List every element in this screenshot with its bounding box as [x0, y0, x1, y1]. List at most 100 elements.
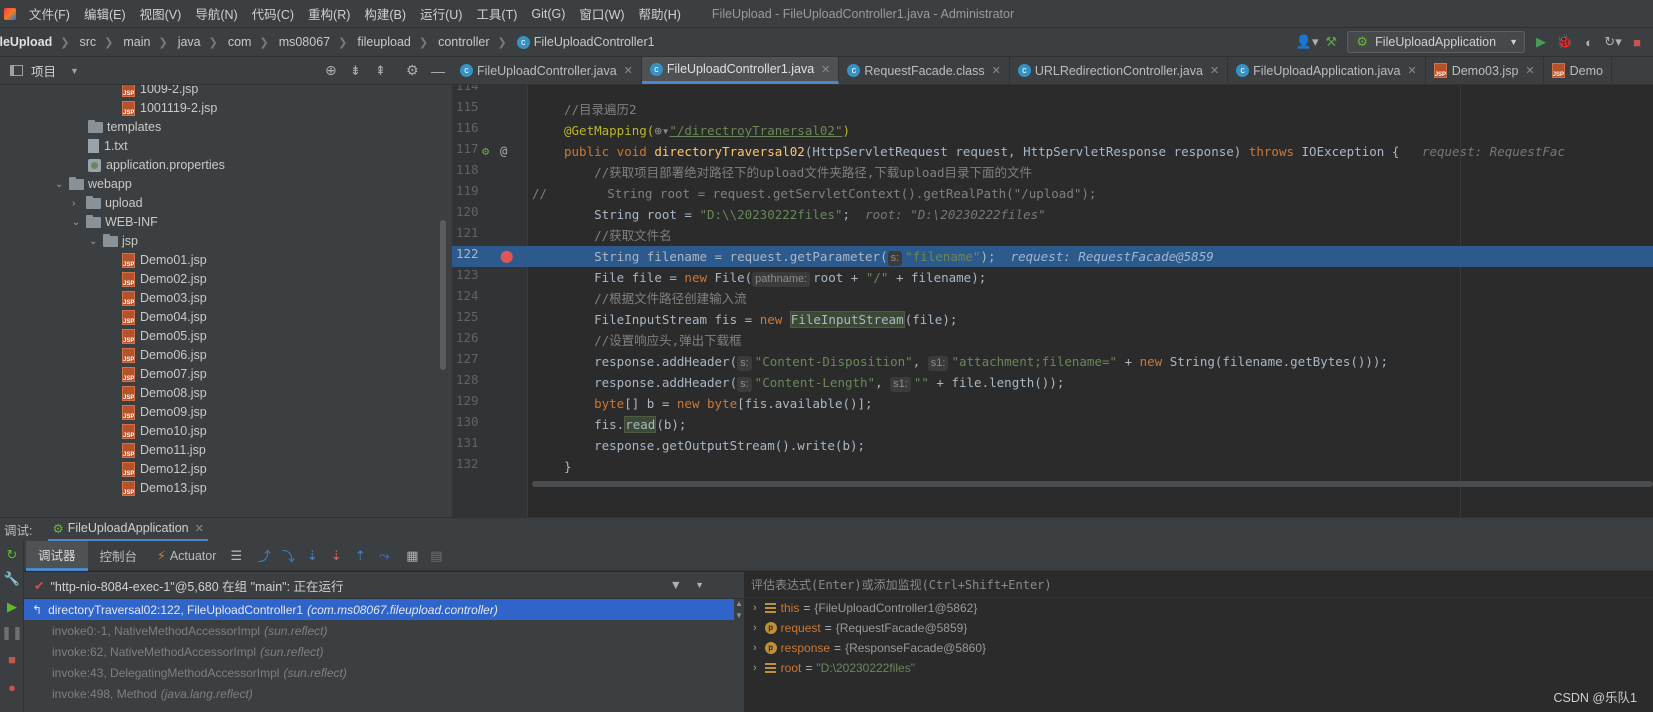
tab-fileuploadcontroller[interactable]: c FileUploadController.java ✕ — [452, 57, 642, 84]
tab-console[interactable]: 控制台 — [88, 546, 150, 565]
variable-row[interactable]: › this = {FileUploadController1@5862} — [745, 598, 1653, 618]
chevron-right-icon[interactable]: › — [753, 602, 757, 614]
globe-icon[interactable]: ⊕▾ — [654, 123, 669, 138]
view-breakpoints-icon[interactable]: ● — [4, 679, 20, 695]
step-out-icon[interactable]: ⇡ — [352, 548, 368, 564]
tree-item-jsp-file[interactable]: JSP Demo04.jsp — [122, 307, 207, 327]
menu-view[interactable]: 视图(V) — [133, 4, 189, 23]
variable-row[interactable]: › p response = {ResponseFacade@5860} — [745, 638, 1653, 658]
tab-demo03-jsp[interactable]: JSP Demo03.jsp ✕ — [1426, 57, 1544, 84]
menu-file[interactable]: 文件(F) — [22, 4, 77, 23]
profiler-icon[interactable]: ↻▾ — [1604, 34, 1621, 50]
close-icon[interactable]: ✕ — [1407, 64, 1416, 77]
evaluate-expression-icon[interactable]: ▦ — [404, 548, 420, 564]
close-icon[interactable]: ✕ — [1210, 64, 1219, 77]
breadcrumb-src[interactable]: src — [73, 35, 96, 49]
breakpoint-icon[interactable]: ⬤ — [500, 249, 513, 263]
minimize-icon[interactable]: — — [431, 63, 445, 79]
tab-demo[interactable]: JSP Demo — [1544, 57, 1612, 84]
stack-frame[interactable]: invoke:498, Method (java.lang.reflect) — [24, 683, 744, 704]
menu-help[interactable]: 帮助(H) — [632, 4, 688, 23]
stack-frame[interactable]: invoke0:-1, NativeMethodAccessorImpl (sun… — [24, 620, 744, 641]
close-icon[interactable]: ✕ — [1525, 64, 1534, 77]
close-icon[interactable]: ✕ — [195, 522, 204, 535]
breadcrumb-java[interactable]: java — [172, 35, 201, 49]
tree-item-jsp-file[interactable]: JSP Demo11.jsp — [122, 440, 206, 460]
menu-navigate[interactable]: 导航(N) — [188, 4, 244, 23]
chevron-down-icon[interactable]: ⌄ — [72, 217, 86, 228]
tab-actuator[interactable]: ⚡ Actuator — [149, 548, 224, 564]
project-panel-title[interactable]: 项目 — [31, 61, 56, 80]
tree-item-jsp-file[interactable]: JSP Demo03.jsp — [122, 288, 207, 308]
tree-item-jsp-file[interactable]: JSP Demo07.jsp — [122, 364, 207, 384]
tree-item-folder[interactable]: templates — [88, 117, 161, 137]
evaluate-expression-input[interactable]: 评估表达式(Enter)或添加监视(Ctrl+Shift+Enter) — [745, 572, 1653, 598]
stack-frame[interactable]: ↰ directoryTraversal02:122, FileUploadCon… — [24, 599, 744, 620]
debug-session-tab[interactable]: ⚙ FileUploadApplication ✕ — [48, 518, 208, 542]
tree-item-folder[interactable]: ⌄ webapp — [55, 174, 132, 194]
coverage-icon[interactable]: ◐ — [1581, 34, 1597, 50]
tree-item-folder[interactable]: › upload — [72, 193, 143, 213]
chevron-down-icon[interactable]: ▼ — [70, 66, 79, 76]
step-over-icon[interactable]: ⤵ — [280, 548, 296, 564]
debug-icon[interactable]: 🐞 — [1557, 34, 1573, 50]
resume-icon[interactable]: ▶ — [4, 599, 20, 615]
run-to-cursor-icon[interactable]: ⤳ — [376, 548, 392, 564]
variable-row[interactable]: › root = "D:\20230222files" — [745, 658, 1653, 678]
step-into-icon[interactable]: ⇣ — [304, 548, 320, 564]
tree-item-jsp-file[interactable]: JSP Demo09.jsp — [122, 402, 207, 422]
tab-debugger[interactable]: 调试器 — [26, 540, 88, 571]
breadcrumb-main[interactable]: main — [117, 35, 150, 49]
horizontal-scrollbar[interactable] — [532, 481, 1653, 487]
code-string[interactable]: "/directroyTranersal02" — [669, 123, 842, 138]
gear-icon[interactable]: ⚙ — [406, 62, 419, 79]
menu-run[interactable]: 运行(U) — [413, 4, 469, 23]
chevron-right-icon[interactable]: › — [753, 622, 757, 634]
tree-item-folder[interactable]: ⌄ WEB-INF — [72, 212, 158, 232]
chevron-right-icon[interactable]: › — [72, 198, 86, 209]
tree-item-jsp-file[interactable]: JSP Demo02.jsp — [122, 269, 207, 289]
breadcrumb-controller[interactable]: controller — [432, 35, 489, 49]
breadcrumb-ms08067[interactable]: ms08067 — [273, 35, 330, 49]
chevron-right-icon[interactable]: › — [753, 662, 757, 674]
thread-selector[interactable]: ✔ "http-nio-8084-exec-1"@5,680 在组 "main"… — [24, 572, 744, 599]
menu-edit[interactable]: 编辑(E) — [77, 4, 133, 23]
build-hammer-icon[interactable]: ⚒ — [1323, 34, 1339, 50]
stack-frame[interactable]: invoke:43, DelegatingMethodAccessorImpl(… — [24, 662, 744, 683]
tab-requestfacade[interactable]: c RequestFacade.class ✕ — [839, 57, 1010, 84]
menu-build[interactable]: 构建(B) — [357, 4, 413, 23]
scroll-up-icon[interactable]: ▲ — [735, 599, 743, 608]
layout-menu-icon[interactable]: ☰ — [228, 548, 244, 564]
close-icon[interactable]: ✕ — [992, 64, 1001, 77]
run-configuration-select[interactable]: ⚙ FileUploadApplication ▼ — [1347, 31, 1525, 53]
tab-fileuploadapplication[interactable]: c FileUploadApplication.java ✕ — [1228, 57, 1426, 84]
menu-git[interactable]: Git(G) — [524, 7, 572, 21]
rerun-icon[interactable]: ↻ — [4, 547, 20, 563]
user-icon[interactable]: 👤▾ — [1296, 34, 1319, 50]
tab-urlredirectioncontroller[interactable]: c URLRedirectionController.java ✕ — [1010, 57, 1229, 84]
menu-window[interactable]: 窗口(W) — [572, 4, 631, 23]
scroll-down-icon[interactable]: ▼ — [735, 611, 743, 620]
breadcrumb-class[interactable]: c FileUploadController1 — [511, 35, 655, 50]
collapse-all-icon[interactable]: ⇞ — [375, 63, 386, 79]
tree-item-jsp-file[interactable]: JSP Demo12.jsp — [122, 459, 207, 479]
tree-item-jsp-file[interactable]: JSP Demo08.jsp — [122, 383, 207, 403]
frames-scrollbar[interactable]: ▲ ▼ — [734, 599, 744, 712]
tree-item-jsp-file[interactable]: JSP Demo13.jsp — [122, 478, 207, 498]
force-step-into-icon[interactable]: ⇣ — [328, 548, 344, 564]
close-icon[interactable]: ✕ — [624, 64, 633, 77]
locate-icon[interactable]: ⊕ — [325, 62, 337, 79]
tree-item-jsp-file[interactable]: JSP Demo01.jsp — [122, 250, 207, 270]
run-icon[interactable]: ▶ — [1533, 34, 1549, 50]
pause-icon[interactable]: ❚❚ — [1, 625, 23, 641]
stop-icon[interactable]: ■ — [4, 651, 20, 667]
tree-item-txt-file[interactable]: 1.txt — [88, 136, 128, 156]
chevron-down-icon[interactable]: ⌄ — [89, 236, 103, 247]
breadcrumb-com[interactable]: com — [222, 35, 252, 49]
code-editor[interactable]: 114 115 //目录遍历2 116 @GetMapping(⊕▾"/direct… — [452, 85, 1653, 517]
chevron-down-icon[interactable]: ▼ — [695, 580, 704, 590]
tree-item-jsp-file[interactable]: JSP Demo10.jsp — [122, 421, 207, 441]
close-icon[interactable]: ✕ — [821, 63, 830, 76]
trace-icon[interactable]: ▤ — [428, 548, 444, 564]
stop-icon[interactable]: ■ — [1629, 34, 1645, 50]
